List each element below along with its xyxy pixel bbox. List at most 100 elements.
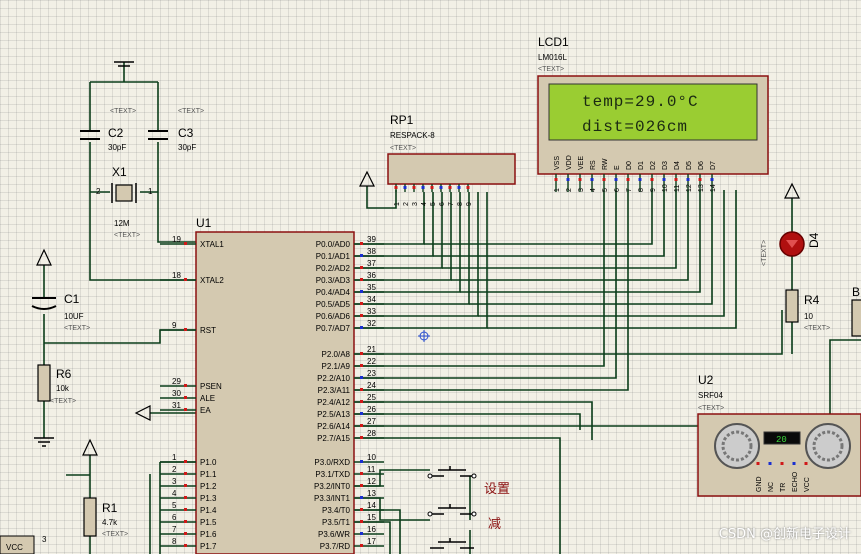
u1-left-pin-number: 19 bbox=[172, 235, 181, 244]
u1-right-pin-number: 33 bbox=[367, 307, 376, 316]
u1-right-pin-name: P2.7/A15 bbox=[317, 434, 350, 443]
pin-dot bbox=[184, 328, 187, 331]
ea-arrow-icon bbox=[134, 405, 151, 421]
u1-left-pin-number: 7 bbox=[172, 525, 177, 534]
u1-left-pin-name: P1.6 bbox=[200, 530, 217, 539]
lcd-pin-name: RS bbox=[590, 160, 597, 170]
pin-dot bbox=[403, 186, 407, 189]
u1-left-pin-number: 2 bbox=[172, 465, 177, 474]
u1-right-pin-number: 17 bbox=[367, 537, 376, 546]
lcd-pin-name: D0 bbox=[626, 161, 633, 170]
pin-dot bbox=[439, 186, 443, 189]
set-button[interactable]: 设置 bbox=[427, 466, 510, 497]
third-button-partial[interactable] bbox=[430, 538, 474, 549]
u1-left-pin-number: 5 bbox=[172, 501, 177, 510]
lcd-pin-name: D2 bbox=[650, 161, 657, 170]
rp1[interactable]: RP1 RESPACK-8 <TEXT> 123456789 bbox=[359, 113, 516, 206]
pin-dot bbox=[360, 484, 363, 487]
pin-dot bbox=[360, 352, 363, 355]
crosshair-cursor-icon bbox=[418, 330, 430, 342]
u1-left-pin-name: P1.5 bbox=[200, 518, 217, 527]
pin-dot bbox=[756, 462, 760, 465]
pin-dot bbox=[448, 186, 452, 189]
pin-dot bbox=[360, 460, 363, 463]
pin-dot bbox=[804, 462, 808, 465]
u1-right-pin-name: P0.4/AD4 bbox=[316, 288, 351, 297]
r1-ref: R1 bbox=[102, 501, 118, 515]
x1-text-placeholder: <TEXT> bbox=[114, 232, 140, 239]
lcd-pin-name: D5 bbox=[686, 161, 693, 170]
u1-right-pin-name: P2.5/A13 bbox=[317, 410, 350, 419]
p2-wires bbox=[355, 190, 783, 440]
u1-left-pin-number: 29 bbox=[172, 377, 181, 386]
pin-dot bbox=[360, 290, 363, 293]
pin-dot bbox=[360, 508, 363, 511]
u1-right-pin-name: P0.0/AD0 bbox=[316, 240, 351, 249]
rp1-part: RESPACK-8 bbox=[390, 131, 435, 140]
r4-resistor-icon bbox=[785, 289, 799, 323]
pin-dot bbox=[554, 178, 558, 181]
c1-ref: C1 bbox=[64, 292, 80, 306]
rp1-pin-number: 8 bbox=[457, 202, 464, 206]
partial-b-label: B bbox=[852, 285, 860, 299]
r1-section[interactable]: R1 4.7k <TEXT> VCC 3 bbox=[0, 438, 128, 554]
x1-value: 12M bbox=[114, 219, 130, 228]
lcd-pin-number: 13 bbox=[698, 184, 705, 192]
pin-dot bbox=[184, 396, 187, 399]
u1-right-pin-name: P0.2/AD2 bbox=[316, 264, 351, 273]
p0-to-lcd-wires bbox=[424, 190, 737, 329]
pin-dot bbox=[566, 178, 570, 181]
lcd1[interactable]: LCD1 LM016L <TEXT> temp=29.0°C dist=026c… bbox=[537, 35, 769, 192]
r4-text-placeholder: <TEXT> bbox=[804, 325, 830, 332]
rp1-ref: RP1 bbox=[390, 113, 414, 127]
pin-dot bbox=[184, 278, 187, 281]
u1-left-pin-number: 18 bbox=[172, 271, 181, 280]
button-contact bbox=[471, 473, 477, 479]
led-section[interactable]: D4 <TEXT> R4 10 <TEXT> B bbox=[761, 182, 861, 337]
p2-7-wire bbox=[355, 339, 861, 427]
u2-text-placeholder: <TEXT> bbox=[698, 405, 724, 412]
u1-right-pin-number: 36 bbox=[367, 271, 376, 280]
u1-right-pin-number: 14 bbox=[367, 501, 376, 510]
u1-right-pin-number: 28 bbox=[367, 429, 376, 438]
c2-value: 30pF bbox=[108, 143, 126, 152]
crystal-section[interactable]: <TEXT> <TEXT> C2 30pF C3 30pF X1 2 1 12M… bbox=[80, 61, 204, 239]
u1-left-pin-name: XTAL1 bbox=[200, 240, 224, 249]
c2-c3-capacitor-icon bbox=[80, 130, 168, 140]
pin-dot bbox=[360, 532, 363, 535]
pin-dot bbox=[184, 384, 187, 387]
rp1-pin-number: 6 bbox=[439, 202, 446, 206]
button-contact bbox=[427, 473, 433, 479]
buttons-section[interactable]: 设置 减 bbox=[427, 466, 510, 549]
u1-right-pin-name: P0.1/AD1 bbox=[316, 252, 351, 261]
lcd-pin-number: 2 bbox=[566, 188, 573, 192]
r6-text-placeholder: <TEXT> bbox=[50, 398, 76, 405]
u1-right-pin-name: P2.0/A8 bbox=[322, 350, 351, 359]
u2-pin-name: ECHO bbox=[792, 471, 799, 492]
pin-dot bbox=[710, 178, 714, 181]
power-arrow-icon bbox=[82, 438, 98, 456]
pin-dot bbox=[184, 472, 187, 475]
u2-part: SRF04 bbox=[698, 391, 723, 400]
u2-srf04[interactable]: U2 SRF04 <TEXT> 20 GND NC TR ECHO VCC bbox=[697, 373, 861, 497]
u1-left-pin-name: EA bbox=[200, 406, 211, 415]
r4-ref: R4 bbox=[804, 293, 820, 307]
set-button-label: 设置 bbox=[484, 482, 510, 497]
c2-text-placeholder: <TEXT> bbox=[110, 108, 136, 115]
r4-value: 10 bbox=[804, 312, 813, 321]
pushbutton-icon bbox=[430, 538, 474, 549]
decrease-button[interactable]: 减 bbox=[427, 504, 501, 532]
c3-text-placeholder: <TEXT> bbox=[178, 108, 204, 115]
u1-right-pin-name: P3.6/WR bbox=[318, 530, 350, 539]
pin-dot bbox=[421, 186, 425, 189]
lcd-pin-name: D4 bbox=[674, 161, 681, 170]
u1-right-pin-name: P3.4/T0 bbox=[322, 506, 351, 515]
r1-value: 4.7k bbox=[102, 518, 118, 527]
lcd-pin-number: 8 bbox=[638, 188, 645, 192]
lcd-pin-number: 12 bbox=[686, 184, 693, 192]
pushbutton-icon bbox=[430, 504, 474, 515]
pin-dot bbox=[792, 462, 796, 465]
u1-right-pin-name: P0.6/AD6 bbox=[316, 312, 351, 321]
u1-mcu[interactable]: U1 19 XTAL1 18 XTAL2 9 RST 29 PSEN 30 ALE 31 EA 1 P1.… bbox=[160, 216, 384, 554]
lcd-pin-number: 10 bbox=[662, 184, 669, 192]
